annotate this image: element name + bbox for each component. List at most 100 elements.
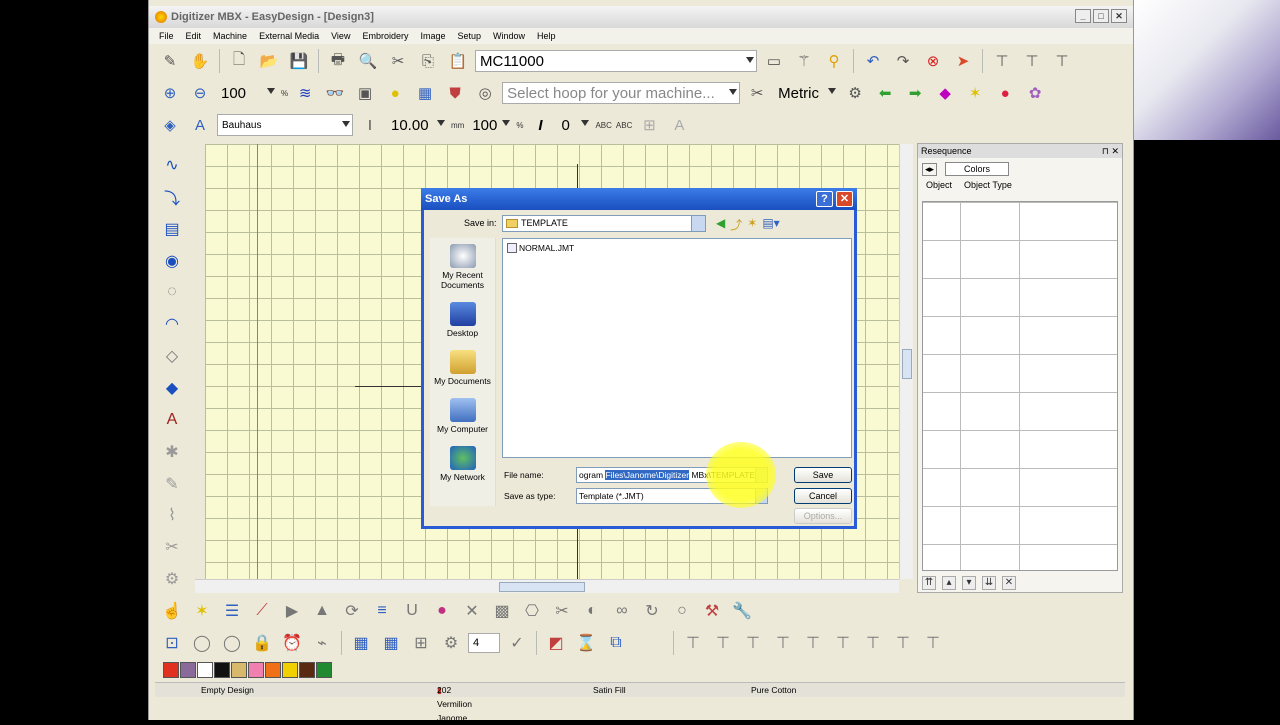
zoom-select[interactable]: 100: [217, 82, 277, 104]
colors-icon[interactable]: ◆: [932, 81, 958, 105]
move-bottom-icon[interactable]: ⇊: [982, 576, 996, 590]
angle-select[interactable]: 0: [557, 114, 591, 136]
arrow-left-icon[interactable]: ⬅: [872, 81, 898, 105]
import-icon[interactable]: ⊡: [159, 630, 185, 656]
zoom-out-icon[interactable]: ⊖: [187, 81, 213, 105]
open-folder-icon[interactable]: 📂: [256, 49, 282, 73]
needle5-icon[interactable]: ⊤: [800, 630, 826, 656]
close-button[interactable]: ✕: [1111, 9, 1127, 23]
settings-icon[interactable]: ⚙: [842, 81, 868, 105]
star-select-icon[interactable]: ✶: [189, 598, 215, 624]
pencil-icon[interactable]: ✎: [157, 49, 183, 73]
vertical-scroll-thumb[interactable]: [902, 349, 912, 379]
search-stitch-icon[interactable]: ⚲: [821, 49, 847, 73]
satin-icon[interactable]: ≡: [369, 598, 395, 624]
new-folder-icon[interactable]: ✶: [747, 216, 757, 233]
needle2-icon[interactable]: ⊤: [710, 630, 736, 656]
stop-icon[interactable]: ⊗: [920, 49, 946, 73]
ungroup-icon[interactable]: ◯: [219, 630, 245, 656]
hoop-icon[interactable]: ▭: [761, 49, 787, 73]
sparkle-icon[interactable]: ✶: [962, 81, 988, 105]
place-my-documents[interactable]: My Documents: [430, 350, 496, 386]
knife-icon[interactable]: ✂: [549, 598, 575, 624]
resequence-list[interactable]: [922, 201, 1118, 571]
group-icon[interactable]: ◯: [189, 630, 215, 656]
minimize-button[interactable]: _: [1075, 9, 1091, 23]
ok-icon[interactable]: ✓: [504, 630, 530, 656]
u-shape-icon[interactable]: U: [399, 598, 425, 624]
monogram-icon[interactable]: A: [159, 407, 185, 433]
shield-icon[interactable]: ⛊: [442, 81, 468, 105]
horizontal-scroll-thumb[interactable]: [499, 582, 585, 592]
align-center-icon[interactable]: ⊤: [1019, 49, 1045, 73]
hoop-view-icon[interactable]: ◎: [472, 81, 498, 105]
delete-icon[interactable]: ✕: [1002, 576, 1016, 590]
glasses-icon[interactable]: 👓: [322, 81, 348, 105]
circle-icon[interactable]: ○: [669, 598, 695, 624]
wrench-icon[interactable]: 🔧: [729, 598, 755, 624]
menu-image[interactable]: Image: [420, 31, 445, 41]
edit-stitch-icon[interactable]: ✎: [159, 471, 185, 497]
align-left-icon[interactable]: ⊤: [989, 49, 1015, 73]
needle9-icon[interactable]: ⊤: [920, 630, 946, 656]
save-icon[interactable]: 💾: [286, 49, 312, 73]
palette-swatch[interactable]: [197, 662, 213, 678]
place-my-network[interactable]: My Network: [430, 446, 496, 482]
needle4-icon[interactable]: ⊤: [770, 630, 796, 656]
grid-select2-icon[interactable]: ▦: [378, 630, 404, 656]
units-select[interactable]: Metric: [774, 82, 838, 104]
move-up-icon[interactable]: ▴: [942, 576, 956, 590]
palette-swatch[interactable]: [282, 662, 298, 678]
rgb-icon[interactable]: ●: [992, 81, 1018, 105]
back-icon[interactable]: ◀: [716, 216, 725, 233]
zoom-in-icon[interactable]: ⊕: [157, 81, 183, 105]
add-text-icon[interactable]: ⊞: [636, 113, 662, 137]
file-list[interactable]: NORMAL.JMT: [502, 238, 852, 458]
sewing-icon[interactable]: ✂: [744, 81, 770, 105]
canvas-horizontal-scrollbar[interactable]: [195, 579, 899, 593]
hoop-select[interactable]: Select hoop for your machine...: [502, 82, 741, 104]
diamond-icon[interactable]: ◆: [159, 375, 185, 401]
lock-icon[interactable]: 🔒: [249, 630, 275, 656]
needle6-icon[interactable]: ⊤: [830, 630, 856, 656]
repeat-stepper[interactable]: 4: [468, 633, 500, 653]
trim-icon[interactable]: ✂: [159, 534, 185, 560]
palette-swatch[interactable]: [316, 662, 332, 678]
cut-icon[interactable]: ✂: [385, 49, 411, 73]
grid-select-icon[interactable]: ▦: [348, 630, 374, 656]
bird-icon[interactable]: ⌁: [309, 630, 335, 656]
maximize-button[interactable]: □: [1093, 9, 1109, 23]
menu-edit[interactable]: Edit: [186, 31, 202, 41]
menu-setup[interactable]: Setup: [457, 31, 481, 41]
redo-icon[interactable]: ↷: [890, 49, 916, 73]
abc-arc-icon[interactable]: ABC: [616, 121, 632, 130]
lasso-icon[interactable]: ◌: [159, 279, 185, 305]
repeat-icon[interactable]: ⊞: [408, 630, 434, 656]
menu-window[interactable]: Window: [493, 31, 525, 41]
tools-icon[interactable]: ⚒: [699, 598, 725, 624]
palette-swatch[interactable]: [231, 662, 247, 678]
place-my-computer[interactable]: My Computer: [430, 398, 496, 434]
flower-icon[interactable]: ✿: [1022, 81, 1048, 105]
save-button[interactable]: Save: [794, 467, 852, 483]
file-item[interactable]: NORMAL.JMT: [507, 243, 847, 253]
palette-swatch[interactable]: [180, 662, 196, 678]
colors-button[interactable]: Colors: [945, 162, 1010, 176]
undo-icon[interactable]: ↶: [860, 49, 886, 73]
move-down-icon[interactable]: ▾: [962, 576, 976, 590]
help-button[interactable]: ?: [816, 191, 833, 207]
options-button[interactable]: Options...: [794, 508, 852, 524]
move-top-icon[interactable]: ⇈: [922, 576, 936, 590]
gradient-circle-icon[interactable]: ●: [429, 598, 455, 624]
triangle-icon[interactable]: ▶: [279, 598, 305, 624]
panel-close-icon[interactable]: ⊓ ✕: [1102, 144, 1119, 158]
stitch-line-icon[interactable]: ∿: [159, 152, 185, 178]
machine-select[interactable]: MC11000: [475, 50, 757, 72]
stitch-view-icon[interactable]: ≋: [292, 81, 318, 105]
wand-icon[interactable]: ⚚: [791, 49, 817, 73]
link-icon[interactable]: ∞: [609, 598, 635, 624]
align-right-icon[interactable]: ⊤: [1049, 49, 1075, 73]
globe-icon[interactable]: ◐: [579, 598, 605, 624]
color-icon[interactable]: ●: [382, 81, 408, 105]
cancel-button[interactable]: Cancel: [794, 488, 852, 504]
